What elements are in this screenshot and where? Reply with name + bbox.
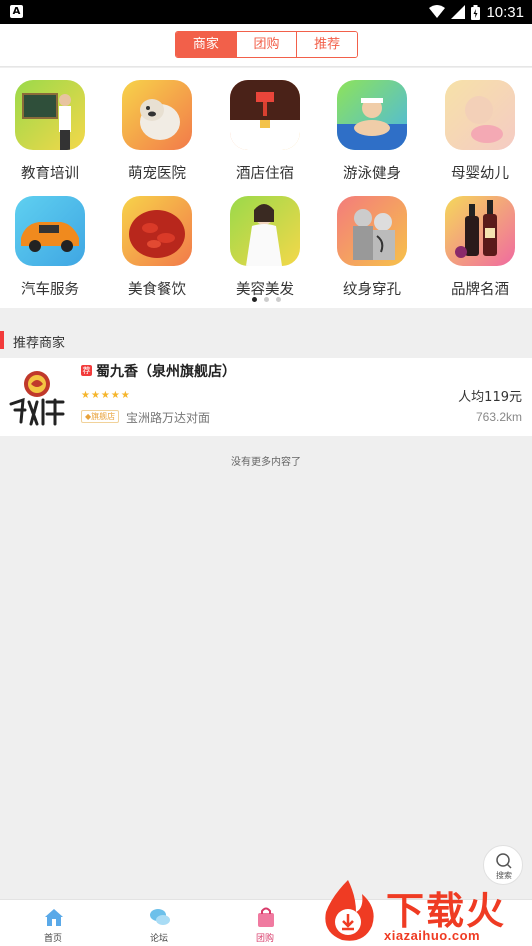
baby-photo-icon — [445, 80, 515, 150]
home-icon — [45, 909, 63, 926]
merchant-name: 蜀九香（泉州旗舰店） — [96, 364, 236, 380]
category-label: 游泳健身 — [343, 166, 401, 182]
category-food[interactable]: 美食餐饮 — [107, 184, 207, 298]
status-bar: A 10:31 — [0, 0, 532, 24]
category-beauty[interactable]: 美容美发 — [215, 184, 315, 298]
page-indicator — [0, 297, 532, 302]
crayfish-photo-icon — [122, 196, 192, 266]
merchant-distance: 763.2km — [475, 410, 522, 424]
category-car-service[interactable]: 汽车服务 — [0, 184, 100, 298]
status-time: 10:31 — [486, 3, 524, 21]
segment-control: 商家 团购 推荐 — [175, 31, 358, 58]
merchant-address: 宝洲路万达对面 — [126, 411, 211, 425]
battery-icon — [471, 4, 481, 20]
top-bar: 商家 团购 推荐 — [0, 24, 532, 67]
flame-logo-icon — [325, 880, 374, 941]
no-more-content: 没有更多内容了 — [231, 457, 301, 468]
signal-icon — [451, 5, 466, 19]
app-notification-icon: A — [10, 5, 23, 18]
category-label: 萌宠医院 — [128, 166, 186, 182]
tab-home[interactable]: 首页 — [0, 900, 106, 946]
car-photo-icon — [15, 196, 85, 266]
category-label: 美食餐饮 — [128, 282, 186, 298]
section-accent-bar — [0, 331, 4, 349]
watermark-url: xiazaihuo.com — [384, 928, 481, 943]
watermark: 下载火 xiazaihuo.com — [312, 876, 532, 946]
category-hotel[interactable]: 酒店住宿 — [215, 68, 315, 182]
beauty-photo-icon — [230, 196, 300, 266]
flagship-badge: ◆旗舰店 — [81, 410, 120, 423]
category-label: 母婴幼儿 — [451, 166, 509, 182]
category-tattoo[interactable]: 纹身穿孔 — [322, 184, 422, 298]
category-label: 美容美发 — [236, 282, 294, 298]
rating-stars: ★★★★★ — [81, 390, 131, 401]
tab-group-buy[interactable]: 团购 — [212, 900, 318, 946]
flagship-label: 旗舰店 — [91, 412, 116, 421]
tattoo-photo-icon — [337, 196, 407, 266]
segment-merchants[interactable]: 商家 — [176, 32, 236, 57]
category-label: 教育培训 — [21, 166, 79, 182]
watermark-text: 下载火 — [386, 889, 507, 933]
recommend-badge: 荐 — [81, 365, 92, 376]
swimmer-photo-icon — [337, 80, 407, 150]
category-grid: 教育培训 萌宠医院 酒店住宿 游泳健身 母婴幼儿 汽车服务 美食餐饮 美容美发 … — [0, 68, 532, 308]
category-mother-baby[interactable]: 母婴幼儿 — [430, 68, 530, 182]
segment-group-buy[interactable]: 团购 — [235, 32, 297, 57]
page-dot — [251, 297, 257, 302]
chat-bubbles-icon — [150, 909, 170, 925]
wine-photo-icon — [445, 196, 515, 266]
page-dot — [275, 297, 281, 302]
section-title: 推荐商家 — [13, 336, 66, 351]
wifi-icon — [429, 5, 446, 18]
tab-label: 团购 — [255, 934, 274, 944]
average-price: 人均119元 — [458, 390, 522, 405]
category-education[interactable]: 教育培训 — [0, 68, 100, 182]
section-header: 推荐商家 — [0, 328, 532, 354]
shopping-bag-icon — [258, 907, 274, 927]
teacher-photo-icon — [15, 80, 85, 150]
bulldog-photo-icon — [122, 80, 192, 150]
category-label: 品牌名酒 — [451, 282, 509, 298]
category-wine[interactable]: 品牌名酒 — [430, 184, 530, 298]
category-swim-fitness[interactable]: 游泳健身 — [322, 68, 422, 182]
merchant-card[interactable]: 荐 蜀九香（泉州旗舰店） ★★★★★ 人均119元 ◆旗舰店 宝洲路万达对面 7… — [0, 358, 532, 436]
tab-label: 首页 — [43, 934, 62, 944]
hotel-room-photo-icon — [230, 80, 300, 150]
category-pet-hospital[interactable]: 萌宠医院 — [107, 68, 207, 182]
search-icon — [496, 853, 512, 869]
merchant-logo — [7, 366, 67, 428]
tab-forum[interactable]: 论坛 — [106, 900, 212, 946]
segment-recommend[interactable]: 推荐 — [296, 32, 357, 57]
category-label: 酒店住宿 — [236, 166, 294, 182]
category-label: 纹身穿孔 — [343, 282, 401, 298]
category-label: 汽车服务 — [21, 282, 79, 298]
page-dot — [263, 297, 269, 302]
tab-label: 论坛 — [149, 934, 168, 944]
